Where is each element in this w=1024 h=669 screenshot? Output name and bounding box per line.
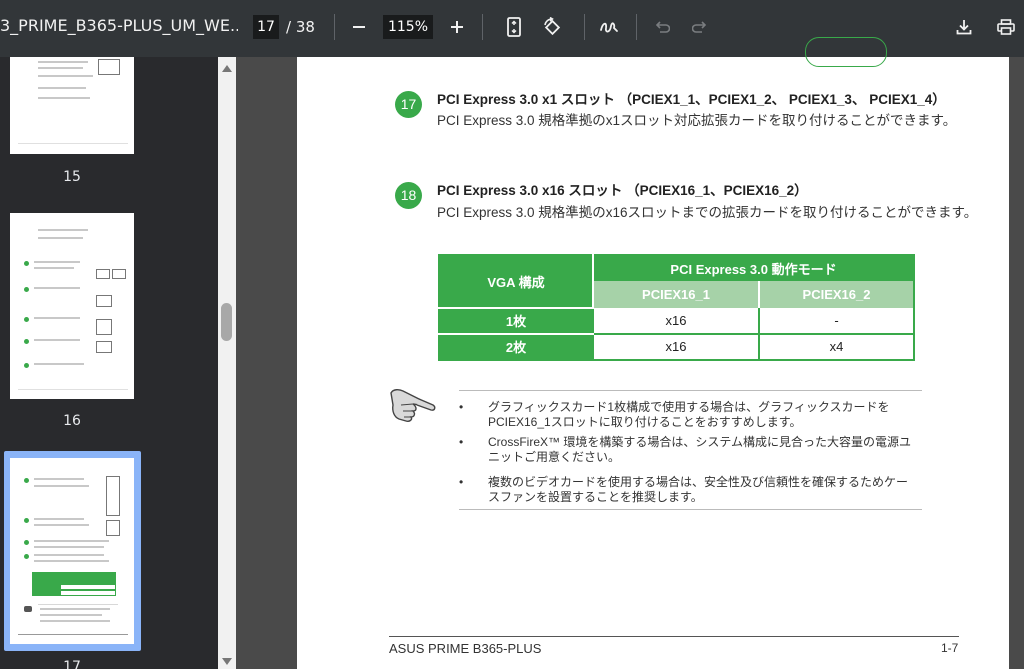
- table-row-label: 2枚: [439, 333, 593, 360]
- plus-icon: [451, 21, 463, 33]
- download-icon: [956, 20, 972, 35]
- minus-icon: [353, 26, 365, 28]
- pointing-hand-icon: [390, 388, 436, 422]
- zoom-input[interactable]: 115%: [383, 15, 433, 39]
- redo-icon: [692, 21, 707, 33]
- fit-page-icon: [507, 17, 521, 37]
- section-heading: PCI Express 3.0 x1 スロット （PCIEX1_1、PCIEX1…: [437, 92, 946, 107]
- page-thumbnail-current[interactable]: [10, 458, 134, 644]
- zoom-in-button[interactable]: [443, 13, 471, 41]
- vga-mode-table: VGA 構成 PCI Express 3.0 動作モード PCIEX16_1 P…: [438, 254, 915, 361]
- section-number-badge: 18: [395, 182, 422, 209]
- partial-badge: [805, 37, 887, 67]
- fit-page-button[interactable]: [500, 13, 528, 41]
- table-cell: -: [758, 307, 914, 335]
- scrollbar-thumb[interactable]: [221, 303, 232, 341]
- table-row: 1枚 x16 -: [439, 307, 914, 335]
- thumbnail-sidebar: 15 16 17: [0, 57, 218, 669]
- table-row-label: 1枚: [439, 307, 593, 335]
- annotate-button[interactable]: [595, 13, 623, 41]
- page-number-input[interactable]: 17: [253, 15, 279, 39]
- table-subheader: PCIEX16_2: [758, 281, 914, 308]
- annotate-icon: [600, 22, 618, 33]
- section-description: PCI Express 3.0 規格準拠のx16スロットまでの拡張カードを取り付…: [437, 205, 978, 220]
- scroll-up-arrow[interactable]: [222, 65, 232, 72]
- undo-button[interactable]: [648, 13, 676, 41]
- notes-box: • グラフィックスカード1枚構成で使用する場合は、グラフィックスカードを PCI…: [459, 390, 922, 510]
- thumbnail-label: 15: [63, 169, 81, 185]
- scroll-down-arrow[interactable]: [222, 658, 232, 665]
- footer-divider: [389, 636, 959, 637]
- print-icon: [997, 19, 1015, 35]
- pdf-page: 17 PCI Express 3.0 x1 スロット （PCIEX1_1、PCI…: [297, 37, 1009, 669]
- toolbar-divider: [334, 14, 335, 40]
- table-cell: x16: [592, 307, 759, 335]
- redo-button[interactable]: [686, 13, 714, 41]
- undo-icon: [655, 21, 670, 33]
- section-number-badge: 17: [395, 91, 422, 118]
- toolbar-divider: [482, 14, 483, 40]
- table-header-mode: PCI Express 3.0 動作モード: [592, 255, 914, 282]
- section-heading: PCI Express 3.0 x16 スロット （PCIEX16_1、PCIE…: [437, 183, 808, 198]
- zoom-out-button[interactable]: [345, 13, 373, 41]
- page-count: / 38: [286, 18, 315, 36]
- footer-product-name: ASUS PRIME B365-PLUS: [389, 641, 542, 656]
- document-title: 3_PRIME_B365-PLUS_UM_WE...: [0, 16, 238, 35]
- page-thumbnail[interactable]: [10, 213, 134, 399]
- thumbnail-label: 17: [63, 659, 81, 669]
- table-cell: x16: [592, 333, 759, 360]
- thumbnail-label: 16: [63, 413, 81, 429]
- sidebar-scrollbar[interactable]: [218, 57, 236, 669]
- table-cell: x4: [758, 333, 914, 360]
- toolbar-divider: [636, 14, 637, 40]
- download-button[interactable]: [950, 13, 978, 41]
- toolbar-divider: [584, 14, 585, 40]
- table-row: 2枚 x16 x4: [439, 333, 914, 360]
- page-thumbnail[interactable]: [10, 57, 134, 154]
- rotate-icon: [544, 17, 561, 36]
- print-button[interactable]: [992, 13, 1020, 41]
- table-header-vga: VGA 構成: [439, 255, 593, 309]
- section-description: PCI Express 3.0 規格準拠のx1スロット対応拡張カードを取り付ける…: [437, 113, 957, 128]
- table-subheader: PCIEX16_1: [592, 281, 759, 308]
- rotate-button[interactable]: [538, 13, 566, 41]
- footer-page-number: 1-7: [941, 641, 959, 655]
